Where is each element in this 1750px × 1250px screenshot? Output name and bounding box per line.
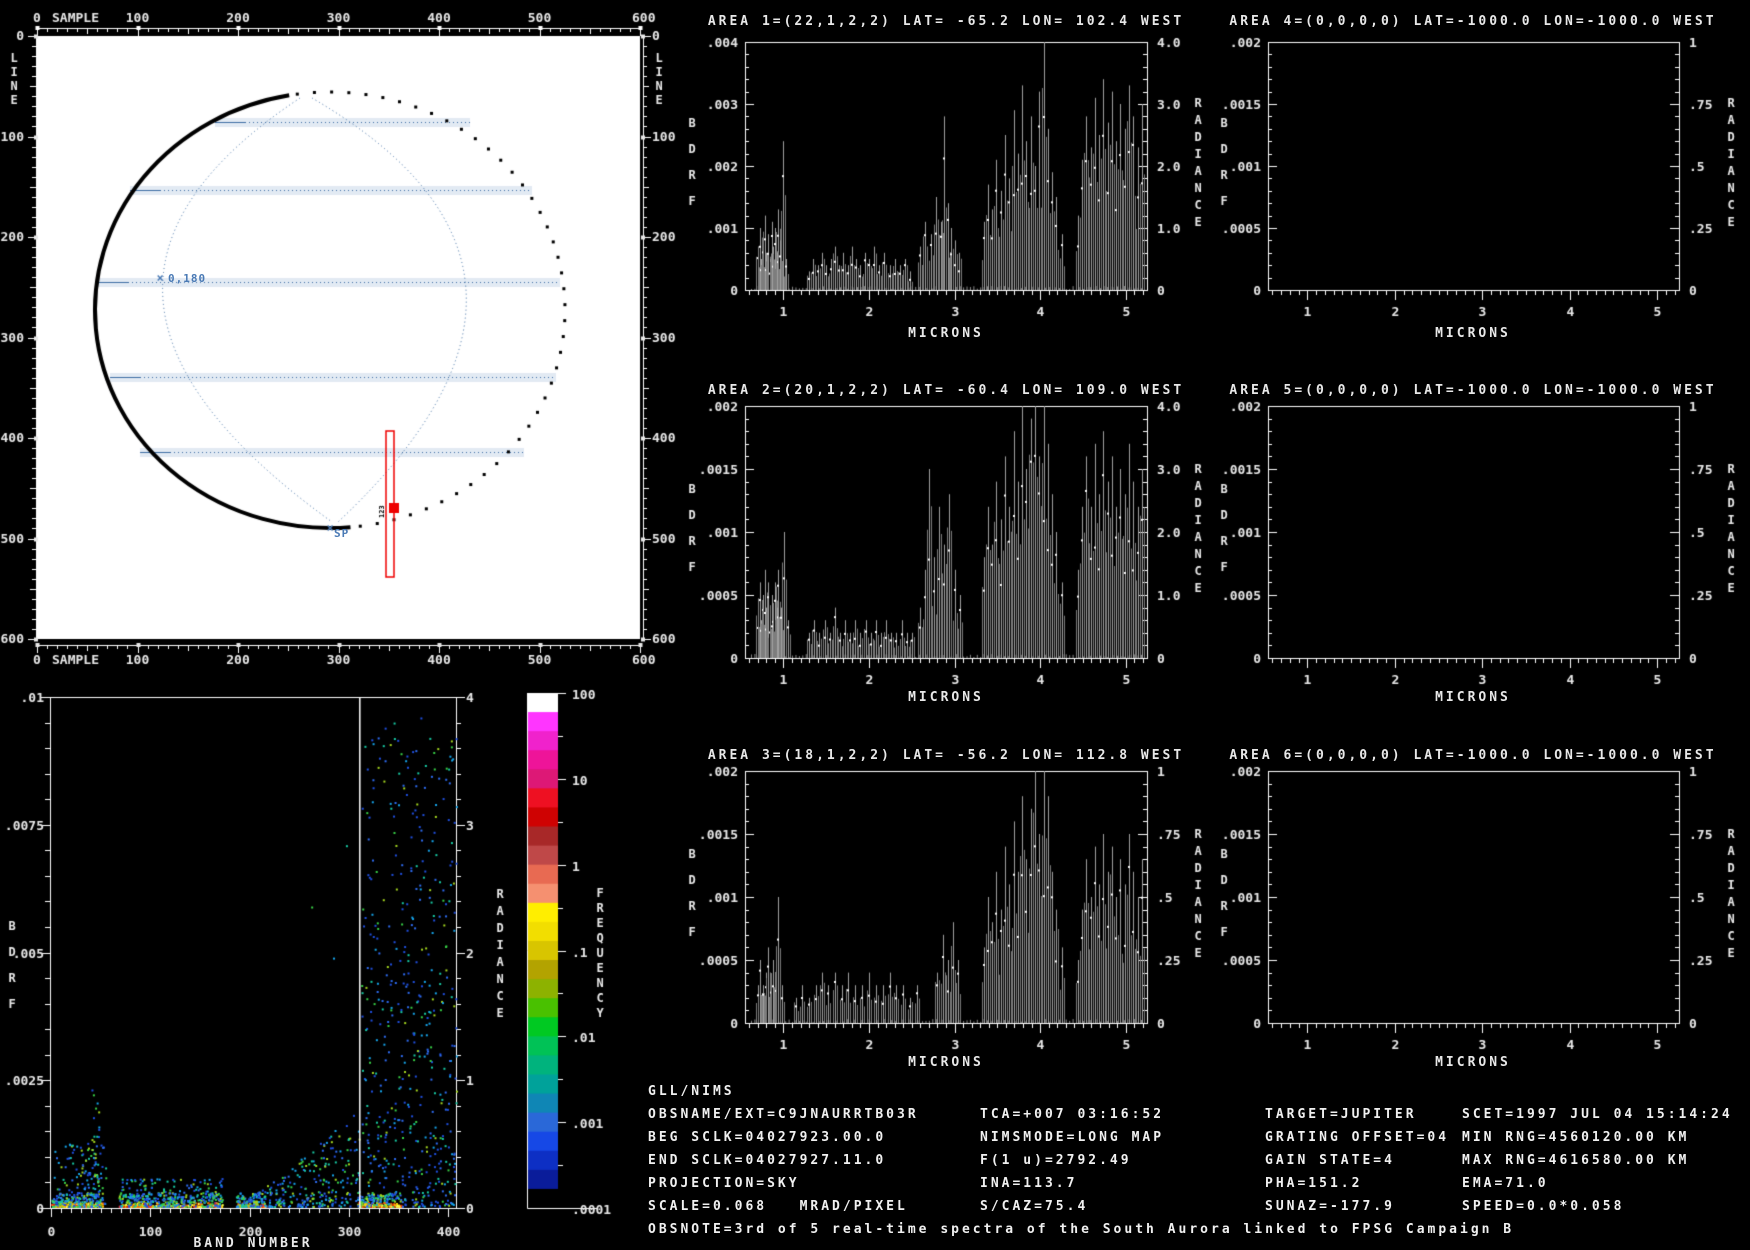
tca: TCA=+007 03:16:52	[980, 1107, 1165, 1122]
area2-xaxis-label: MICRONS	[908, 690, 984, 705]
sunaz: SUNAZ=-177.9	[1265, 1199, 1395, 1214]
gain-state: GAIN STATE=4	[1265, 1153, 1395, 1168]
scaz: S/CAZ=75.4	[980, 1199, 1089, 1214]
nims-realtime-display: AREA 1=(22,1,2,2) LAT= -65.2 LON= 102.4 …	[0, 0, 1750, 1250]
area1-title: AREA 1=(22,1,2,2) LAT= -65.2 LON= 102.4 …	[707, 14, 1185, 29]
band-number-axis-label: BAND NUMBER	[193, 1236, 313, 1250]
min-rng: MIN RNG=4560120.00 KM	[1462, 1130, 1690, 1145]
nimsmode: NIMSMODE=LONG MAP	[980, 1130, 1165, 1145]
beg-sclk: BEG SCLK=04027923.00.0	[648, 1130, 887, 1145]
end-sclk: END SCLK=04027927.11.0	[648, 1153, 887, 1168]
ina: INA=113.7	[980, 1176, 1078, 1191]
pha: PHA=151.2	[1265, 1176, 1363, 1191]
ema: EMA=71.0	[1462, 1176, 1549, 1191]
area5-xaxis-label: MICRONS	[1435, 690, 1511, 705]
area5-title: AREA 5=(0,0,0,0) LAT=-1000.0 LON=-1000.0…	[1229, 383, 1717, 398]
grating-offset: GRATING OFFSET=04	[1265, 1130, 1450, 1145]
south-pole-marker-label: SP	[334, 527, 350, 540]
area4-title: AREA 4=(0,0,0,0) LAT=-1000.0 LON=-1000.0…	[1229, 14, 1717, 29]
area3-title: AREA 3=(18,1,2,2) LAT= -56.2 LON= 112.8 …	[707, 748, 1185, 763]
area1-xaxis-label: MICRONS	[908, 326, 984, 341]
area2-title: AREA 2=(20,1,2,2) LAT= -60.4 LON= 109.0 …	[707, 383, 1185, 398]
obsname: OBSNAME/EXT=C9JNAURRTB03R	[648, 1107, 919, 1122]
area6-title: AREA 6=(0,0,0,0) LAT=-1000.0 LON=-1000.0…	[1229, 748, 1717, 763]
f1u: F(1 u)=2792.49	[980, 1153, 1132, 1168]
area4-xaxis-label: MICRONS	[1435, 326, 1511, 341]
obsnote: OBSNOTE=3rd of 5 real-time spectra of th…	[648, 1222, 1515, 1237]
max-rng: MAX RNG=4616580.00 KM	[1462, 1153, 1690, 1168]
speed: SPEED=0.0*0.058	[1462, 1199, 1625, 1214]
subsolar-marker-label: 0,180	[168, 272, 207, 285]
target: TARGET=JUPITER	[1265, 1107, 1417, 1122]
projection: PROJECTION=SKY	[648, 1176, 800, 1191]
area3-xaxis-label: MICRONS	[908, 1055, 984, 1070]
scale: SCALE=0.068 MRAD/PIXEL	[648, 1199, 908, 1214]
scet: SCET=1997 JUL 04 15:14:24	[1462, 1107, 1733, 1122]
instrument-id: GLL/NIMS	[648, 1084, 735, 1099]
area6-xaxis-label: MICRONS	[1435, 1055, 1511, 1070]
